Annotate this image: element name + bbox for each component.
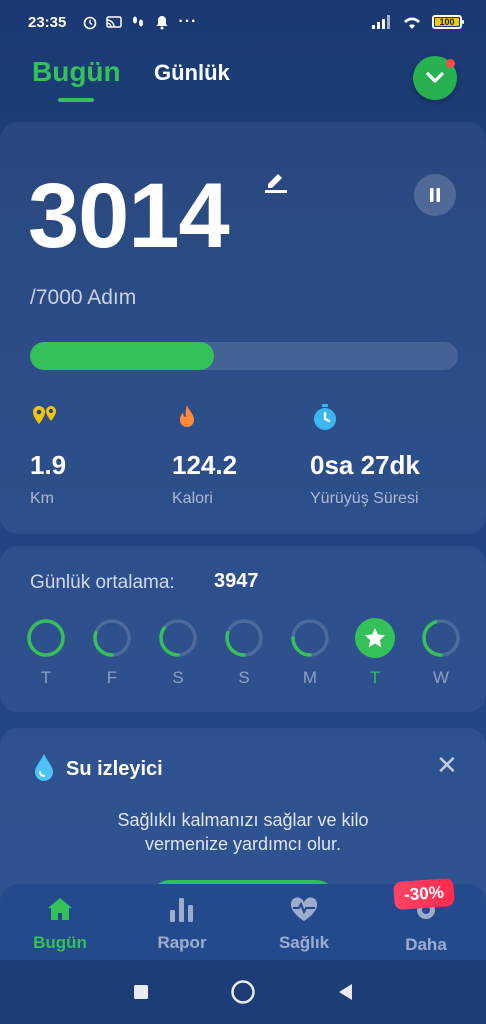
step-progress-fill bbox=[30, 342, 215, 370]
day-progress-2[interactable]: S bbox=[158, 618, 198, 688]
back-icon[interactable] bbox=[336, 982, 354, 1002]
footsteps-icon bbox=[133, 16, 144, 27]
day-ring bbox=[422, 619, 460, 657]
water-tracker-description: Sağlıklı kalmanızı sağlar ve kilo vermen… bbox=[60, 808, 426, 856]
nav-label-more: Daha bbox=[405, 935, 447, 954]
stat-distance: 1.9 Km bbox=[30, 402, 66, 507]
day-progress-6[interactable]: W bbox=[421, 618, 461, 688]
day-label: S bbox=[238, 668, 250, 687]
recents-icon[interactable] bbox=[132, 983, 150, 1001]
day-label: T bbox=[369, 668, 381, 687]
day-ring bbox=[27, 619, 65, 657]
star-icon bbox=[355, 618, 395, 658]
day-progress-3[interactable]: S bbox=[224, 618, 264, 688]
bell-icon bbox=[156, 16, 168, 30]
nav-label-today: Bugün bbox=[33, 933, 87, 952]
status-bar: 23:35 ··· 100 bbox=[0, 0, 486, 44]
status-time: 23:35 bbox=[28, 13, 67, 31]
wifi-icon bbox=[404, 17, 420, 29]
tab-daily[interactable]: Günlük bbox=[154, 60, 230, 86]
pause-button[interactable] bbox=[414, 174, 456, 216]
calories-value: 124.2 bbox=[172, 450, 238, 480]
distance-value: 1.9 bbox=[30, 450, 67, 480]
step-progress-bar bbox=[30, 342, 458, 370]
day-progress-4[interactable]: M bbox=[290, 618, 330, 688]
stat-calories: 124.2 Kalori bbox=[172, 402, 237, 507]
steps-card: 3014 /7000 Adım 1.9 Km 124.2 Kalori 0sa … bbox=[0, 122, 486, 534]
water-drop-icon bbox=[35, 754, 53, 781]
system-navigation-bar bbox=[0, 960, 486, 1024]
walk-duration-label: Yürüyüş Süresi bbox=[310, 490, 419, 507]
water-description-line-2: vermenize yardımcı olur. bbox=[144, 834, 342, 854]
distance-label: Km bbox=[30, 490, 54, 507]
nav-item-health[interactable]: Sağlık bbox=[254, 896, 354, 953]
day-ring bbox=[291, 619, 329, 657]
notification-dot bbox=[446, 59, 455, 68]
alarm-icon bbox=[84, 16, 97, 30]
bar-chart-icon bbox=[170, 898, 193, 922]
day-label: S bbox=[172, 668, 184, 687]
daily-average-value: 3947 bbox=[214, 570, 259, 592]
tab-today-indicator bbox=[58, 98, 94, 102]
stat-walk-duration: 0sa 27dk Yürüyüş Süresi bbox=[310, 402, 420, 507]
day-progress-0[interactable]: T bbox=[26, 618, 66, 688]
day-ring bbox=[225, 619, 263, 657]
day-ring bbox=[159, 619, 197, 657]
day-label: W bbox=[432, 668, 450, 687]
cast-icon bbox=[106, 16, 123, 28]
walk-duration-value: 0sa 27dk bbox=[310, 450, 420, 480]
day-progress-1[interactable]: F bbox=[92, 618, 132, 688]
day-label: F bbox=[106, 668, 118, 687]
nav-item-today[interactable]: Bugün bbox=[10, 896, 110, 953]
pause-icon bbox=[430, 188, 440, 202]
stopwatch-icon bbox=[314, 404, 336, 430]
daily-average-label: Günlük ortalama: bbox=[30, 572, 175, 593]
close-icon[interactable]: ✕ bbox=[436, 750, 458, 781]
step-count: 3014 bbox=[28, 165, 230, 267]
day-progress-5[interactable]: T bbox=[355, 618, 395, 688]
water-tracker-title: Su izleyici bbox=[66, 758, 163, 780]
weekly-average-card[interactable]: Günlük ortalama: 3947 T F S S M T W bbox=[0, 546, 486, 712]
location-pins-icon bbox=[33, 406, 56, 424]
flame-icon bbox=[180, 405, 194, 427]
water-description-line-1: Sağlıklı kalmanızı sağlar ve kilo bbox=[117, 810, 369, 830]
calories-label: Kalori bbox=[172, 490, 213, 507]
more-notifications-icon: ··· bbox=[178, 13, 198, 30]
day-label: M bbox=[302, 668, 318, 687]
edit-icon[interactable] bbox=[262, 166, 290, 199]
nav-label-report: Rapor bbox=[157, 933, 207, 952]
sync-status-button[interactable] bbox=[413, 56, 457, 100]
signal-icon bbox=[372, 15, 390, 29]
day-ring bbox=[93, 619, 131, 657]
step-goal: /7000 Adım bbox=[30, 286, 137, 309]
nav-item-report[interactable]: Rapor bbox=[132, 896, 232, 953]
home-circle-icon[interactable] bbox=[230, 979, 256, 1005]
home-icon bbox=[48, 898, 72, 920]
header: Bugün Günlük bbox=[0, 52, 486, 112]
day-label: T bbox=[40, 668, 52, 687]
battery-icon: 100 bbox=[432, 15, 464, 29]
heart-pulse-icon bbox=[290, 897, 318, 921]
chevron-down-icon bbox=[426, 72, 444, 83]
discount-badge[interactable]: -30% bbox=[393, 877, 455, 911]
tab-today[interactable]: Bugün bbox=[32, 56, 121, 88]
battery-level: 100 bbox=[439, 17, 455, 27]
nav-label-health: Sağlık bbox=[278, 933, 330, 952]
